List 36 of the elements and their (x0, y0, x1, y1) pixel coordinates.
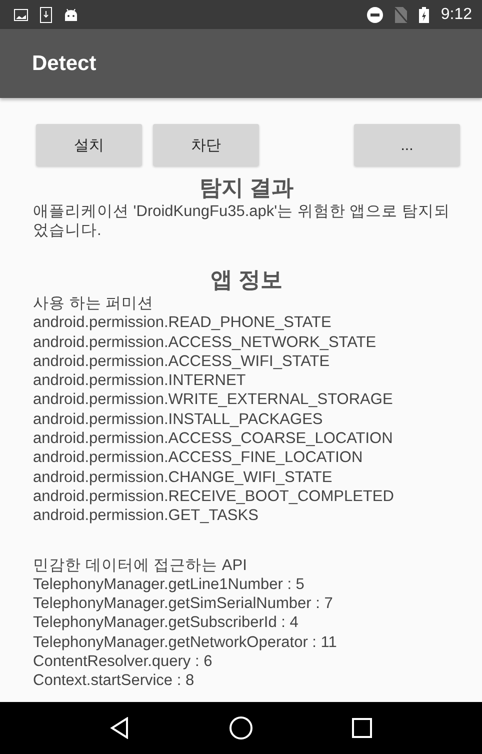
info-line: android.permission.CHANGE_WIFI_STATE (33, 468, 334, 487)
info-line: android.permission.INSTALL_PACKAGES (33, 410, 324, 430)
do-not-disturb-icon (366, 6, 383, 22)
android-icon (64, 8, 78, 20)
download-icon (40, 6, 52, 22)
home-icon[interactable] (228, 716, 253, 740)
info-line: android.permission.READ_PHONE_STATE (33, 313, 332, 333)
info-line: android.permission.WRITE_EXTERNAL_STORAGE (33, 390, 394, 410)
battery-charging-icon (418, 6, 429, 22)
info-line: TelephonyManager.getSimSerialNumber : 7 (33, 594, 334, 614)
section-title: 사용 하는 퍼미션 (33, 294, 155, 314)
action-button[interactable]: ... (354, 124, 460, 166)
info-line: android.permission.ACCESS_FINE_LOCATION (33, 448, 364, 468)
section-title: 민감한 데이터에 접근하는 API (33, 556, 248, 575)
no-sim-icon (394, 6, 407, 22)
info-line: ContentResolver.query : 6 (33, 652, 214, 672)
status-time: 9:12 (440, 6, 472, 24)
info-line: android.permission.ACCESS_COARSE_LOCATION (33, 429, 394, 448)
recents-icon[interactable] (352, 718, 372, 738)
info-line: android.permission.ACCESS_WIFI_STATE (33, 352, 331, 372)
back-icon[interactable] (110, 717, 130, 739)
info-line: android.permission.INTERNET (33, 371, 247, 390)
info-line: Context.startService : 8 (33, 671, 196, 687)
info-line: TelephonyManager.getNetworkOperator : 11 (33, 632, 338, 652)
action-button[interactable]: 설치 (36, 124, 142, 166)
app-info-heading: 앱 정보 (209, 266, 284, 294)
info-line: android.permission.ACCESS_NETWORK_STATE (33, 332, 378, 352)
result-heading: 탐지 결과 (198, 174, 295, 202)
action-button[interactable]: 차단 (153, 124, 259, 166)
info-line: android.permission.RECEIVE_BOOT_COMPLETED (33, 486, 395, 506)
result-message: 애플리케이션 'DroidKungFu35.apk'는 위험한 앱으로 탐지되었습니다. (33, 202, 452, 240)
info-line: TelephonyManager.getSubscriberId : 4 (33, 613, 300, 633)
image-icon (14, 8, 28, 20)
app-title: Detect (32, 52, 96, 76)
info-line: android.permission.GET_TASKS (33, 506, 260, 526)
info-line: TelephonyManager.getLine1Number : 5 (33, 574, 306, 594)
